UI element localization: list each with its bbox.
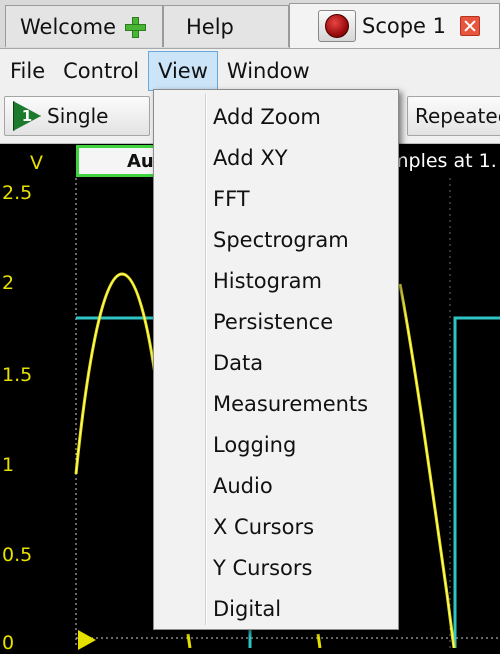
menu-item-add-zoom[interactable]: Add Zoom <box>213 97 321 137</box>
menu-file[interactable]: File <box>1 51 54 91</box>
menu-item-data[interactable]: Data <box>213 343 263 383</box>
samples-info: mples at 1. <box>390 150 500 178</box>
view-menu-dropdown: Add Zoom Add XY FFT Spectrogram Histogra… <box>153 89 399 630</box>
menu-item-audio[interactable]: Audio <box>213 466 273 506</box>
menu-item-digital[interactable]: Digital <box>213 589 281 629</box>
menu-item-logging[interactable]: Logging <box>213 425 296 465</box>
menu-item-persistence[interactable]: Persistence <box>213 302 333 342</box>
y-tick-label: 2.5 <box>2 182 33 204</box>
repeated-button-label: Repeated <box>415 104 500 128</box>
tab-bar: Welcome Help Scope 1 <box>0 0 500 49</box>
close-icon[interactable] <box>460 16 481 36</box>
tab-help-label: Help <box>186 14 234 39</box>
menu-item-histogram[interactable]: Histogram <box>213 261 322 301</box>
tab-welcome[interactable]: Welcome <box>5 5 163 47</box>
menu-item-add-xy[interactable]: Add XY <box>213 138 288 178</box>
y-tick-label: 2 <box>2 272 15 294</box>
menu-item-x-cursors[interactable]: X Cursors <box>213 507 314 547</box>
menu-item-fft[interactable]: FFT <box>213 179 250 219</box>
plus-icon[interactable] <box>124 16 147 38</box>
menu-item-measurements[interactable]: Measurements <box>213 384 368 424</box>
record-icon <box>318 10 356 42</box>
menu-gutter <box>205 94 207 625</box>
repeated-button[interactable]: Repeated <box>407 96 500 136</box>
menu-item-spectrogram[interactable]: Spectrogram <box>213 220 349 260</box>
tab-scope-1[interactable]: Scope 1 <box>289 3 500 48</box>
menu-control[interactable]: Control <box>54 51 148 91</box>
single-button[interactable]: 1 Single <box>4 96 150 136</box>
y-tick-label: 1.5 <box>2 364 33 386</box>
tab-help[interactable]: Help <box>163 5 289 47</box>
tab-scope-1-label: Scope 1 <box>362 14 447 38</box>
menu-bar: File Control View Window <box>0 49 500 93</box>
menu-item-y-cursors[interactable]: Y Cursors <box>213 548 312 588</box>
menu-window[interactable]: Window <box>218 51 319 91</box>
y-tick-label: 0.5 <box>2 544 33 566</box>
trigger-level-marker[interactable] <box>78 630 96 650</box>
y-tick-label: 0 <box>2 632 15 654</box>
unit-label: V <box>30 152 43 174</box>
menu-view[interactable]: View <box>148 51 218 91</box>
y-tick-label: 1 <box>2 454 15 476</box>
single-trigger-icon: 1 <box>13 101 41 131</box>
tab-welcome-label: Welcome <box>20 14 117 39</box>
single-button-label: Single <box>47 104 109 128</box>
